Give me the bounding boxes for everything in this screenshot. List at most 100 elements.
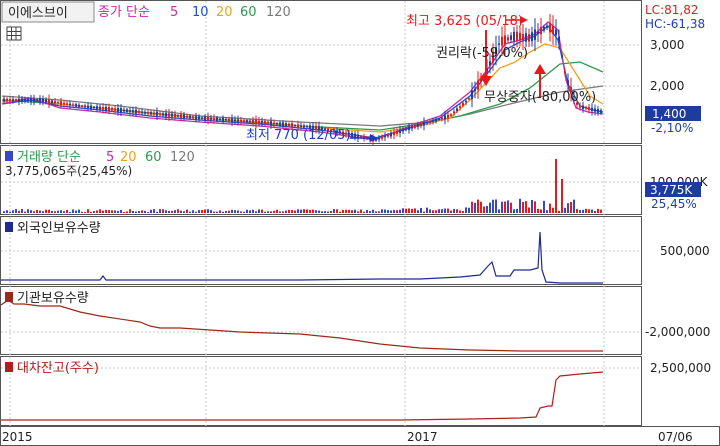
volume-bar: [438, 209, 440, 213]
volume-bar: [258, 209, 260, 213]
volume-bar: [129, 209, 131, 213]
candle-body: [12, 99, 14, 101]
candle-body: [135, 109, 137, 114]
candle-body: [219, 118, 221, 120]
volume-bar: [75, 210, 77, 213]
volume-bar: [141, 210, 143, 213]
vol-ma-60: 60: [145, 150, 162, 165]
candle-body: [513, 31, 515, 41]
candle-body: [399, 129, 401, 133]
volume-bar: [471, 201, 473, 213]
volume-bar: [564, 207, 566, 213]
candle-body: [54, 101, 56, 104]
volume-bar: [180, 210, 182, 213]
volume-bar: [447, 208, 449, 213]
candle-body: [522, 34, 524, 40]
candle-body: [438, 118, 440, 121]
candle-body: [390, 132, 392, 137]
candle-body: [168, 113, 170, 117]
stock-title: 이에스브이: [8, 6, 68, 21]
candle-body: [552, 25, 554, 35]
candle-body: [468, 98, 470, 100]
volume-bar: [315, 210, 317, 213]
volume-bar: [426, 207, 428, 213]
volume-bar: [294, 210, 296, 213]
candle-body: [480, 78, 482, 82]
volume-bar: [459, 210, 461, 213]
volume-value: 3,775,065주(25,45%): [5, 164, 132, 178]
candle-body: [243, 120, 245, 122]
volume-bar: [78, 209, 80, 213]
loan-tick: 2,500,000: [650, 361, 711, 375]
grid-icon[interactable]: [6, 26, 22, 41]
volume-bar: [495, 199, 497, 213]
candle-body: [471, 90, 473, 100]
volume-bar: [102, 210, 104, 213]
ma-label: 종가 단순: [98, 5, 150, 20]
volume-bar: [237, 210, 239, 213]
candle-body: [102, 107, 104, 110]
candle-body: [567, 80, 569, 86]
candle-body: [411, 126, 413, 129]
volume-bar: [600, 209, 602, 213]
volume-bar: [429, 209, 431, 213]
candle-body: [156, 111, 158, 116]
candle-body: [87, 105, 89, 108]
volume-bar: [462, 211, 464, 213]
ma-period-5: 5: [170, 5, 178, 20]
annotation-low: 최저 770 (12/05): [246, 128, 351, 143]
candle-body: [270, 121, 272, 126]
volume-bar: [123, 211, 125, 213]
candle-body: [432, 120, 434, 122]
volume-bar: [387, 210, 389, 213]
volume-bar: [432, 210, 434, 213]
volume-bar: [219, 210, 221, 213]
volume-bar: [192, 210, 194, 213]
volume-bar: [36, 209, 38, 213]
volume-bar: [483, 206, 485, 213]
candle-body: [150, 112, 152, 115]
volume-bar: [81, 211, 83, 213]
volume-bar: [24, 211, 26, 213]
vol-ma-120: 120: [170, 150, 195, 165]
candle-body: [564, 71, 566, 74]
volume-bar: [72, 209, 74, 213]
volume-panel[interactable]: [0, 145, 642, 215]
candle-body: [183, 114, 185, 119]
volume-bar: [534, 201, 536, 213]
candle-body: [525, 33, 527, 42]
volume-bar: [165, 210, 167, 213]
candle-body: [126, 109, 128, 112]
ma-period-120: 120: [266, 5, 291, 20]
candle-body: [420, 123, 422, 126]
volume-bar: [261, 209, 263, 213]
candle-body: [192, 116, 194, 119]
candle-body: [405, 128, 407, 131]
candle-body: [96, 106, 98, 110]
candle-body: [453, 111, 455, 114]
volume-bar: [33, 211, 35, 213]
volume-bar: [15, 209, 17, 213]
candle-body: [531, 32, 533, 42]
volume-bar: [270, 211, 272, 213]
volume-bar: [234, 210, 236, 213]
volume-bar: [579, 210, 581, 213]
institution-panel[interactable]: [0, 286, 642, 355]
loan-icon: [5, 362, 13, 372]
volume-bar: [186, 209, 188, 213]
annotation-bonus: 무상증자(-80,00%): [484, 90, 596, 105]
loan-line: [1, 371, 604, 421]
candle-body: [516, 31, 518, 41]
candle-body: [249, 120, 251, 122]
candle-body: [9, 99, 11, 101]
volume-bar: [12, 210, 14, 213]
x-label-2017: 2017: [407, 430, 438, 444]
vol-ma-5: 5: [106, 150, 114, 165]
volume-bar: [477, 199, 479, 213]
volume-bar: [153, 209, 155, 213]
price-panel[interactable]: [0, 0, 642, 144]
volume-bar: [138, 211, 140, 213]
ma-period-60: 60: [240, 5, 257, 20]
volume-bar: [414, 208, 416, 213]
volume-bar: [267, 211, 269, 213]
